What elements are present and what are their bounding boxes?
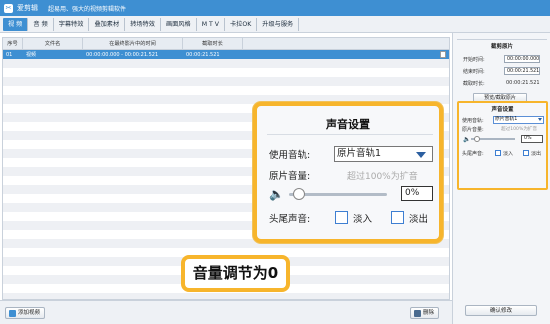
audio-settings-title: 声音设置: [491, 107, 514, 113]
row-menu-icon[interactable]: [440, 51, 446, 58]
duration-value: 00:00:21.521: [506, 80, 540, 86]
delete-label: 删除: [423, 310, 435, 316]
volume-input[interactable]: 0%: [521, 135, 543, 143]
caption-bubble: 音量调节为0: [181, 255, 290, 292]
confirm-changes-button[interactable]: 确认修改: [465, 305, 537, 316]
right-panel: 截剪原片 开始时间: 00:00:00.000 结束时间: 00:00:21.5…: [452, 33, 550, 324]
speaker-icon: 🔈: [463, 136, 471, 143]
menu-bar: 视 频 音 频 字幕特效 叠加素材 转场特效 画面风格 M T V 卡拉OK 升…: [0, 16, 550, 33]
tab-audio[interactable]: 音 频: [28, 17, 54, 31]
zoom-volume-hint: 超过100%为扩音: [347, 172, 418, 182]
film-icon: [9, 309, 16, 317]
col-header-duration[interactable]: 截取时长: [183, 38, 243, 50]
col-header-index[interactable]: 序号: [3, 38, 23, 50]
cut-section: 截剪原片 开始时间: 00:00:00.000 结束时间: 00:00:21.5…: [457, 39, 547, 99]
audio-settings-zoom-callout: 声音设置 使用音轨: 原片音轨1 原片音量: 超过100%为扩音 🔈 0% 头尾…: [253, 102, 443, 243]
fade-out-label: 淡出: [531, 151, 542, 157]
table-header: 序号 文件名 在最终影片中的时间 截取时长: [3, 38, 449, 50]
tab-picture-style[interactable]: 画面风格: [161, 17, 197, 31]
col-header-timeline[interactable]: 在最终影片中的时间: [83, 38, 183, 50]
track-select-value: 原片音轨1: [495, 117, 518, 122]
row-timeline: 00:00:00.000 - 00:00:21.521: [86, 51, 159, 58]
table-row[interactable]: 01 视频 00:00:00.000 - 00:00:21.521 00:00:…: [3, 50, 449, 59]
app-name: 爱剪辑: [17, 4, 38, 12]
row-duration: 00:00:21.521: [186, 51, 220, 58]
fade-out-checkbox[interactable]: [523, 150, 529, 156]
zoom-fade-out-label: 淡出: [409, 214, 429, 225]
tab-mtv[interactable]: M T V: [197, 17, 225, 31]
app-slogan: 超易用、强大的视频剪辑软件: [48, 5, 127, 13]
zoom-volume-input[interactable]: 0%: [401, 186, 433, 201]
add-video-button[interactable]: 添加视频: [5, 307, 46, 319]
zoom-divider: [267, 134, 433, 135]
end-time-label: 结束时间:: [463, 69, 485, 75]
tab-overlay[interactable]: 叠加素材: [89, 17, 126, 31]
chevron-down-icon: [538, 118, 542, 121]
row-filename: 视频: [26, 52, 37, 58]
volume-slider-handle[interactable]: [474, 136, 480, 142]
audio-settings-panel: 声音设置 使用音轨: 原片音轨1 原片音量: 超过100%为扩音 🔈 0% 头尾…: [457, 101, 548, 190]
zoom-volume-label: 原片音量:: [269, 171, 311, 182]
zoom-fade-in-checkbox[interactable]: [335, 211, 348, 224]
tab-subtitle-effects[interactable]: 字幕特效: [54, 17, 90, 31]
zoom-track-select[interactable]: 原片音轨1: [334, 146, 433, 162]
tab-upgrade[interactable]: 升级与服务: [257, 17, 300, 31]
end-time-field[interactable]: 00:00:21.521: [504, 67, 540, 75]
row-index: 01: [6, 51, 13, 58]
start-time-label: 开始时间:: [463, 57, 485, 63]
add-video-label: 添加视频: [18, 310, 41, 316]
zoom-title: 声音设置: [326, 118, 370, 131]
tab-transitions[interactable]: 转场特效: [125, 17, 161, 31]
tab-karaoke[interactable]: 卡拉OK: [225, 17, 258, 31]
fade-in-label: 淡入: [503, 151, 514, 157]
duration-label: 截取时长:: [463, 81, 485, 87]
fade-in-checkbox[interactable]: [495, 150, 501, 156]
speaker-icon: 🔈: [269, 187, 284, 201]
title-bar: ✂ 爱剪辑 超易用、强大的视频剪辑软件: [0, 0, 550, 16]
volume-hint: 超过100%为扩音: [501, 127, 538, 132]
col-header-filename[interactable]: 文件名: [23, 38, 83, 50]
track-select[interactable]: 原片音轨1: [493, 116, 544, 124]
zoom-volume-slider-handle[interactable]: [293, 188, 305, 200]
fade-label: 头尾声音:: [462, 151, 484, 157]
chevron-down-icon: [416, 152, 426, 158]
bottom-toolbar: 添加视频 删除: [0, 300, 452, 324]
track-label: 使用音轨:: [462, 118, 484, 124]
zoom-fade-out-checkbox[interactable]: [391, 211, 404, 224]
cut-section-title: 截剪原片: [490, 44, 513, 50]
zoom-track-label: 使用音轨:: [269, 150, 311, 161]
volume-label: 原片音量:: [462, 127, 484, 133]
app-logo-icon: ✂: [4, 3, 13, 13]
trash-icon: [414, 309, 421, 317]
start-time-field[interactable]: 00:00:00.000: [504, 55, 540, 63]
delete-button[interactable]: 删除: [410, 307, 440, 319]
zoom-track-select-value: 原片音轨1: [337, 148, 382, 159]
tab-video[interactable]: 视 频: [3, 17, 29, 31]
zoom-fade-in-label: 淡入: [353, 214, 373, 225]
zoom-fade-label: 头尾声音:: [269, 214, 311, 225]
